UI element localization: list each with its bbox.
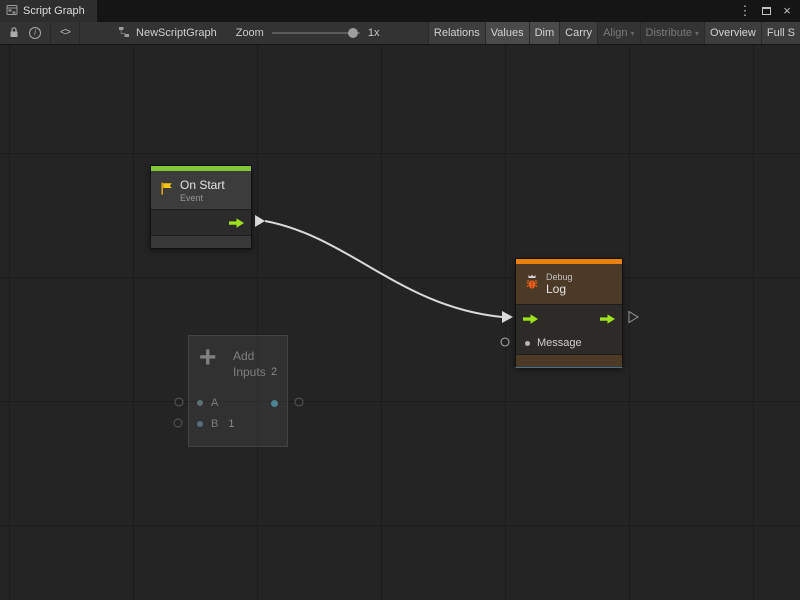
lock-icon[interactable] xyxy=(9,26,19,41)
zoom-slider[interactable] xyxy=(272,26,360,40)
value-output-dot-icon xyxy=(271,400,278,407)
value-port-dot-icon xyxy=(197,421,203,427)
toolbar-buttons: Relations Values Dim Carry Align▾ Distri… xyxy=(428,22,800,44)
fullscreen-button[interactable]: Full S xyxy=(761,22,800,44)
node-title: Log xyxy=(546,282,573,296)
node-title: On Start xyxy=(180,178,225,192)
toolbar-code-group: <> xyxy=(51,22,80,44)
ghost-input-row-a: A xyxy=(189,393,287,413)
plus-icon: + xyxy=(199,342,217,374)
dim-button[interactable]: Dim xyxy=(529,22,560,44)
flag-icon xyxy=(159,181,174,199)
zoom-value: 1x xyxy=(368,27,380,39)
log-output-port-triangle[interactable] xyxy=(629,312,638,323)
overview-button[interactable]: Overview xyxy=(704,22,761,44)
ghost-node-subtitle: Inputs xyxy=(233,365,266,379)
info-icon[interactable]: i xyxy=(29,27,41,39)
edit-code-icon[interactable]: <> xyxy=(60,28,70,39)
carry-button[interactable]: Carry xyxy=(559,22,597,44)
message-input-row: Message xyxy=(516,332,622,354)
flow-input-arrow-icon[interactable] xyxy=(523,314,538,324)
script-graph-icon xyxy=(6,4,18,19)
maximize-icon[interactable] xyxy=(759,3,773,19)
chevron-down-icon: ▾ xyxy=(695,29,699,38)
align-button: Align▾ xyxy=(597,22,639,44)
graph-canvas[interactable]: On Start Event xyxy=(0,45,800,600)
window-controls: ⋮ × xyxy=(738,0,800,22)
graph-toolbar: i <> NewScriptGraph Zoom 1x Relations Va… xyxy=(0,22,800,45)
message-port-label: Message xyxy=(537,337,582,349)
value-port-dot-icon[interactable] xyxy=(525,341,530,346)
message-input-port-circle[interactable] xyxy=(501,338,509,346)
distribute-button: Distribute▾ xyxy=(640,22,704,44)
graph-breadcrumb[interactable]: NewScriptGraph xyxy=(80,22,226,44)
menu-kebab-icon[interactable]: ⋮ xyxy=(738,3,752,19)
wire-layer xyxy=(0,45,800,600)
ghost-input-count: 2 xyxy=(271,366,277,378)
node-category: Debug xyxy=(546,272,573,282)
tab-title: Script Graph xyxy=(23,5,85,17)
node-debug-log[interactable]: Debug Log Message xyxy=(515,258,623,368)
ghost-port-label: B xyxy=(211,418,218,430)
zoom-label: Zoom xyxy=(236,27,264,39)
toolbar-left-icons: i xyxy=(0,22,51,44)
title-bar: Script Graph ⋮ × xyxy=(0,0,800,22)
on-start-header: On Start Event xyxy=(151,171,251,209)
relations-button[interactable]: Relations xyxy=(428,22,485,44)
debug-log-header: Debug Log xyxy=(516,264,622,304)
node-on-start[interactable]: On Start Event xyxy=(150,165,252,249)
on-start-flow-row xyxy=(151,209,251,235)
close-icon[interactable]: × xyxy=(780,3,794,19)
value-port-dot-icon xyxy=(197,400,203,406)
zoom-control: Zoom 1x xyxy=(226,22,390,44)
flow-output-arrow-icon[interactable] xyxy=(229,218,244,228)
chevron-down-icon: ▾ xyxy=(631,29,635,38)
on-start-footer xyxy=(151,235,251,248)
node-add-preview: + Add Inputs 2 A B 1 xyxy=(188,335,288,447)
debug-flow-row xyxy=(516,304,622,332)
ghost-input-row-b: B 1 xyxy=(189,414,287,434)
ghost-node-title: Add xyxy=(233,349,254,363)
zoom-slider-handle[interactable] xyxy=(348,28,358,38)
wire-onstart-to-log[interactable] xyxy=(265,221,502,317)
values-button[interactable]: Values xyxy=(485,22,529,44)
bug-icon xyxy=(524,274,540,294)
debug-log-footer xyxy=(516,354,622,367)
wire-arrowhead-icon xyxy=(502,311,513,323)
graph-asset-icon xyxy=(118,26,130,41)
zoom-slider-track xyxy=(272,32,360,34)
onstart-output-port-triangle[interactable] xyxy=(255,215,265,227)
flow-output-arrow-icon[interactable] xyxy=(600,314,615,324)
ghost-port-value: 1 xyxy=(228,418,234,430)
node-subtitle: Event xyxy=(180,193,225,203)
tab-script-graph[interactable]: Script Graph xyxy=(0,0,97,22)
graph-name-label: NewScriptGraph xyxy=(136,27,217,39)
ghost-port-label: A xyxy=(211,397,218,409)
script-graph-window: Script Graph ⋮ × i <> NewScriptGraph Zoo… xyxy=(0,0,800,600)
